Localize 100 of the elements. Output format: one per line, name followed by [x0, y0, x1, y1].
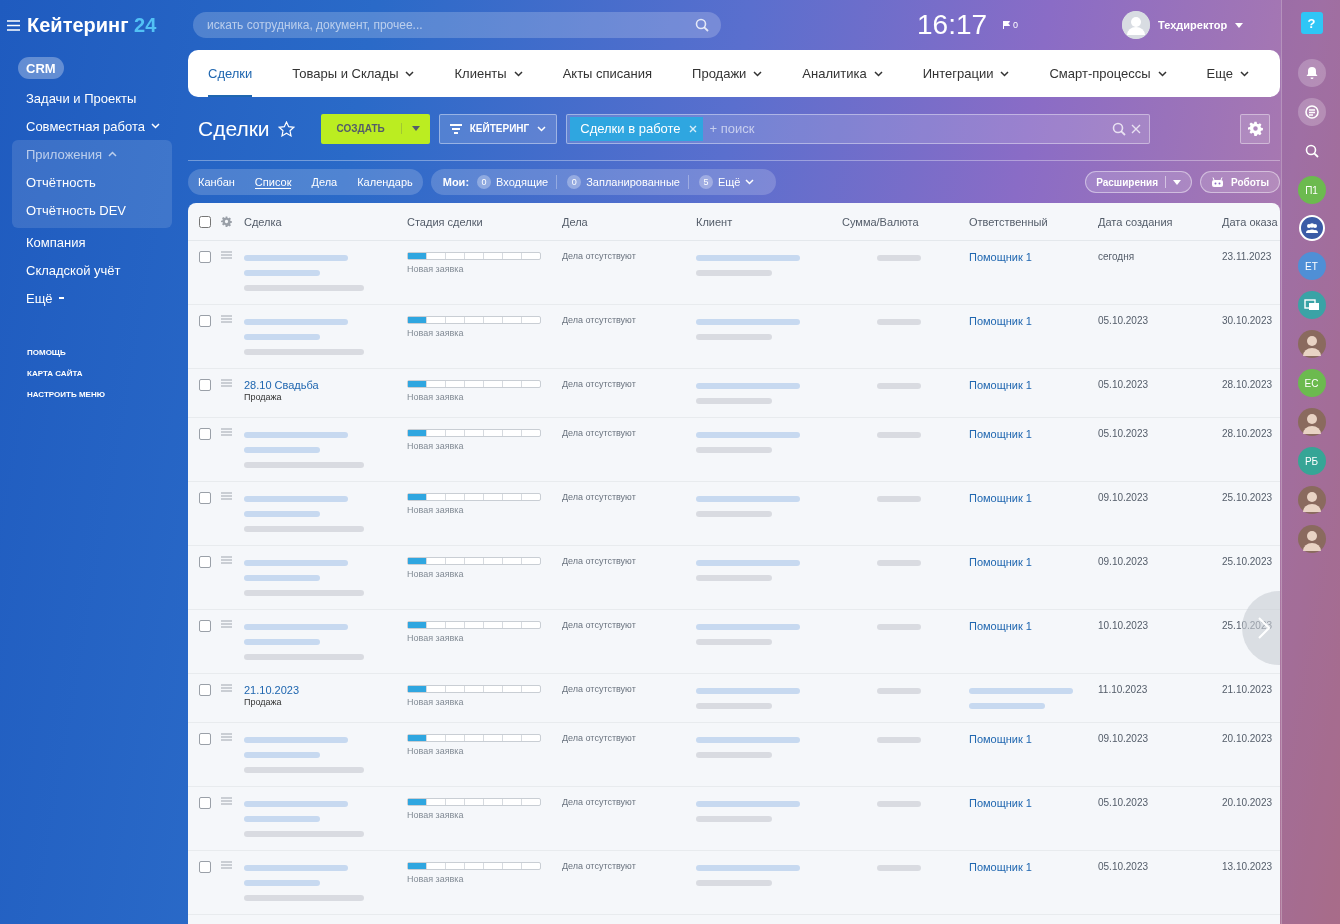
select-all-checkbox[interactable]	[199, 215, 211, 228]
responsible-link[interactable]: Помощник 1	[969, 492, 1032, 504]
view-tab[interactable]: Дела	[311, 175, 338, 189]
menu-item[interactable]: Компания	[12, 228, 86, 256]
filter-button[interactable]: КЕЙТЕРИНГ	[438, 113, 558, 144]
drag-handle-icon[interactable]	[221, 556, 232, 564]
nav-tab[interactable]: Продажи	[692, 50, 763, 97]
contact-avatar[interactable]: ЕТ	[1297, 252, 1326, 280]
nav-tab[interactable]: Интеграции	[922, 50, 1010, 97]
responsible-link[interactable]: Помощник 1	[969, 315, 1032, 327]
footer-link[interactable]: КАРТА САЙТА	[27, 369, 83, 378]
notifications-button[interactable]	[1297, 59, 1326, 87]
menu-item[interactable]: Задачи и Проекты	[12, 84, 137, 112]
logo[interactable]: Кейтеринг 24	[27, 13, 157, 37]
row-checkbox[interactable]	[199, 684, 211, 696]
avatar-icon[interactable]	[1297, 408, 1326, 436]
menu-item[interactable]: Отчётность	[12, 168, 96, 196]
settings-icon[interactable]	[1247, 121, 1263, 136]
column-header[interactable]: Ответственный	[969, 215, 1098, 228]
counter-link[interactable]: Запланированные	[586, 176, 680, 188]
avatar-icon[interactable]	[1297, 525, 1326, 553]
menu-item[interactable]: Отчётность DEV	[12, 196, 126, 224]
column-header[interactable]: Дела	[562, 215, 696, 228]
row-checkbox[interactable]	[199, 861, 211, 873]
view-tab[interactable]: Список	[254, 175, 292, 189]
responsible-link[interactable]: Помощник 1	[969, 861, 1032, 873]
extensions-button[interactable]: Расширения	[1085, 171, 1192, 193]
column-header[interactable]: Стадия сделки	[407, 215, 562, 228]
drag-handle-icon[interactable]	[221, 861, 232, 869]
flag-icon[interactable]	[1003, 21, 1011, 29]
nav-tab[interactable]: Акты списания	[562, 50, 653, 97]
responsible-link[interactable]: Помощник 1	[969, 620, 1032, 632]
more-tab[interactable]: Еще	[1206, 50, 1250, 97]
row-checkbox[interactable]	[199, 733, 211, 745]
gallery-icon[interactable]	[1297, 291, 1326, 319]
search-input[interactable]: искать сотрудника, документ, прочее...	[205, 17, 695, 33]
search-icon[interactable]	[695, 18, 709, 32]
responsible-link[interactable]: Помощник 1	[969, 428, 1032, 440]
avatar-icon[interactable]	[1297, 330, 1326, 358]
search-icon[interactable]	[1304, 144, 1319, 158]
user-name[interactable]: Техдиректор	[1158, 19, 1228, 31]
close-icon[interactable]	[688, 124, 697, 133]
view-tab[interactable]: Календарь	[357, 175, 413, 189]
counter-link[interactable]: Входящие	[496, 176, 549, 188]
column-header[interactable]: Сделка	[244, 215, 407, 228]
column-header[interactable]: Дата создания	[1098, 215, 1222, 228]
column-header[interactable]: Сумма/Валюта	[842, 215, 969, 228]
star-icon[interactable]	[277, 120, 295, 137]
row-checkbox[interactable]	[199, 797, 211, 809]
create-button[interactable]: СОЗДАТЬ	[320, 113, 430, 144]
search-icon[interactable]	[1112, 121, 1127, 136]
responsible-link[interactable]: Помощник 1	[969, 556, 1032, 568]
search-input[interactable]: + поиск	[707, 120, 1108, 137]
footer-link[interactable]: НАСТРОИТЬ МЕНЮ	[27, 390, 105, 399]
responsible-link[interactable]: Помощник 1	[969, 379, 1032, 391]
settings-icon[interactable]	[221, 216, 232, 227]
deal-link[interactable]: 21.10.2023	[244, 684, 300, 696]
footer-link[interactable]: ПОМОЩЬ	[27, 348, 66, 357]
responsible-link[interactable]: Помощник 1	[969, 251, 1032, 263]
group-chat-icon[interactable]	[1298, 215, 1325, 241]
menu-item[interactable]: Совместная работа	[12, 112, 160, 140]
column-header[interactable]: Дата оказа	[1222, 215, 1280, 228]
row-checkbox[interactable]	[199, 620, 211, 632]
drag-handle-icon[interactable]	[221, 492, 232, 500]
avatar-icon[interactable]	[1122, 11, 1151, 39]
close-icon[interactable]	[1131, 123, 1142, 134]
drag-handle-icon[interactable]	[221, 428, 232, 436]
nav-tab[interactable]: Смарт-процессы	[1049, 50, 1167, 97]
contact-avatar[interactable]: РБ	[1297, 447, 1326, 475]
menu-item[interactable]: CRM	[18, 57, 64, 79]
row-checkbox[interactable]	[199, 492, 211, 504]
row-checkbox[interactable]	[199, 556, 211, 568]
drag-handle-icon[interactable]	[221, 620, 232, 628]
search-field[interactable]: искать сотрудника, документ, прочее...	[193, 12, 721, 38]
row-checkbox[interactable]	[199, 251, 211, 263]
counter-link[interactable]: Ещё	[717, 176, 755, 188]
nav-tab[interactable]: Аналитика	[802, 50, 883, 97]
view-tab[interactable]: Канбан	[198, 175, 235, 189]
drag-handle-icon[interactable]	[221, 315, 232, 323]
drag-handle-icon[interactable]	[221, 733, 232, 741]
menu-item[interactable]: Складской учёт	[12, 256, 121, 284]
drag-handle-icon[interactable]	[221, 684, 232, 692]
row-checkbox[interactable]	[199, 315, 211, 327]
row-checkbox[interactable]	[199, 379, 211, 391]
chat-button[interactable]	[1297, 98, 1326, 126]
menu-icon[interactable]	[7, 19, 20, 31]
nav-tab[interactable]: Сделки	[208, 50, 253, 97]
nav-tab[interactable]: Товары и Склады	[292, 50, 415, 97]
drag-handle-icon[interactable]	[221, 251, 232, 259]
deal-link[interactable]: 28.10 Свадьба	[244, 379, 319, 391]
drag-handle-icon[interactable]	[221, 379, 232, 387]
responsible-link[interactable]: Помощник 1	[969, 733, 1032, 745]
menu-item[interactable]: Ещё	[12, 284, 64, 312]
column-header[interactable]: Клиент	[696, 215, 842, 228]
menu-item[interactable]: Приложения	[12, 140, 118, 168]
row-checkbox[interactable]	[199, 428, 211, 440]
settings-button[interactable]	[1240, 113, 1270, 144]
nav-tab[interactable]: Клиенты	[454, 50, 523, 97]
drag-handle-icon[interactable]	[221, 797, 232, 805]
responsible-link[interactable]: Помощник 1	[969, 797, 1032, 809]
